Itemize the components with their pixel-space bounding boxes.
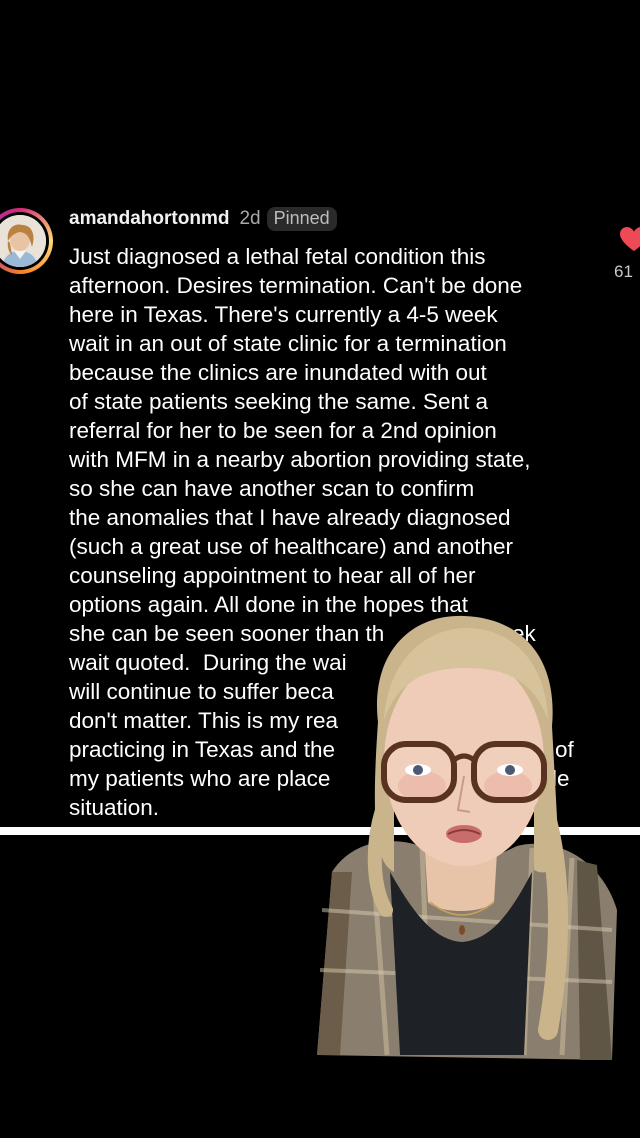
comment-line: because the clinics are inundated with o… <box>69 360 487 385</box>
comment-line: of state patients seeking the same. Sent… <box>69 389 489 414</box>
creator-video-overlay <box>317 615 617 1060</box>
comment-header: amandahortonmd 2d Pinned <box>69 205 337 233</box>
avatar-portrait-graphic <box>0 215 46 267</box>
comment-line: here in Texas. There's currently a 4-5 w… <box>69 302 498 327</box>
like-count: 61 <box>614 262 633 281</box>
comment-line: with MFM in a nearby abortion providing … <box>69 447 531 472</box>
avatar-border <box>0 212 49 270</box>
avatar[interactable] <box>0 208 53 274</box>
comment-line: counseling appointment to hear all of he… <box>69 563 476 588</box>
comment-line: Just diagnosed a lethal fetal condition … <box>69 244 486 269</box>
username[interactable]: amandahortonmd <box>69 208 229 230</box>
comment-line: (such a great use of healthcare) and ano… <box>69 534 514 559</box>
avatar-photo <box>0 215 46 267</box>
comment-line: so she can have another scan to confirm <box>69 476 475 501</box>
comment-line: wait in an out of state clinic for a ter… <box>69 331 507 356</box>
pinned-badge: Pinned <box>266 207 337 231</box>
comment-timestamp: 2d <box>239 208 261 229</box>
comment-line: afternoon. Desires termination. Can't be… <box>69 273 523 298</box>
comment-line: referral for her to be seen for a 2nd op… <box>69 418 497 443</box>
heart-icon[interactable] <box>619 226 640 252</box>
comment-line: the anomalies that I have already diagno… <box>69 505 511 530</box>
